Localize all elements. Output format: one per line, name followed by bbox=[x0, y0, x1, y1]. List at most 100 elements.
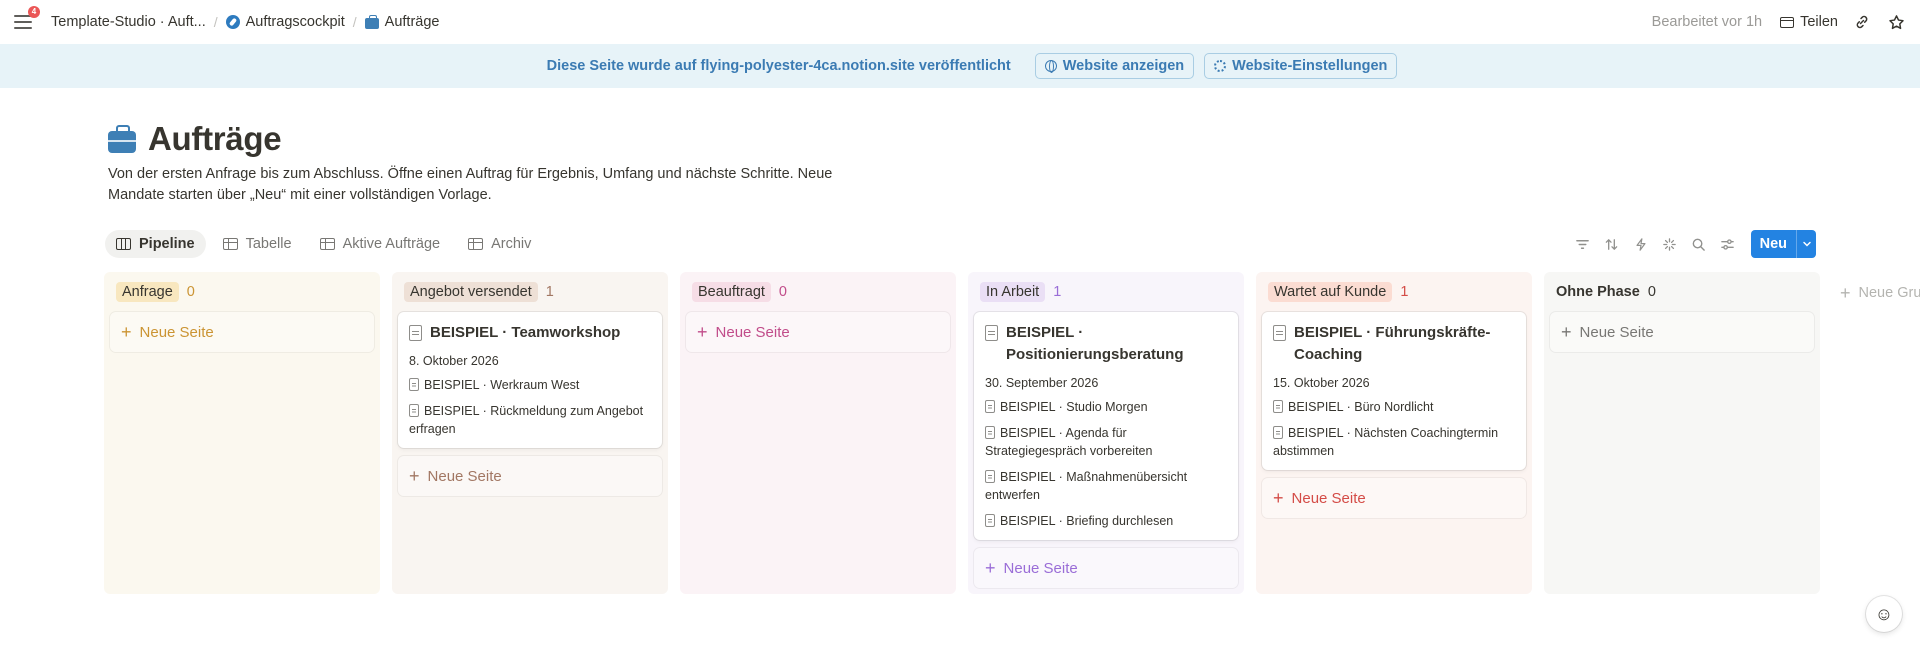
add-page-button[interactable]: + Neue Seite bbox=[974, 548, 1238, 588]
share-label: Teilen bbox=[1800, 14, 1838, 30]
tab-label: Aktive Aufträge bbox=[342, 236, 441, 252]
column-status-pill[interactable]: Beauftragt bbox=[692, 282, 771, 302]
column-header[interactable]: Beauftragt 0 bbox=[686, 272, 950, 312]
card-relation[interactable]: BEISPIEL · Rückmeldung zum Angebot erfra… bbox=[409, 402, 651, 438]
column-count: 0 bbox=[186, 284, 195, 300]
column-header[interactable]: In Arbeit 1 bbox=[974, 272, 1238, 312]
column-header[interactable]: Ohne Phase 0 bbox=[1550, 272, 1814, 312]
column-count: 1 bbox=[545, 284, 554, 300]
table-icon bbox=[222, 238, 238, 250]
column-status-pill[interactable]: In Arbeit bbox=[980, 282, 1046, 302]
relation-label: BEISPIEL · Agenda für Strategiegespräch … bbox=[985, 426, 1153, 458]
search-icon bbox=[1692, 238, 1705, 251]
add-page-label: Neue Seite bbox=[427, 467, 502, 485]
breadcrumb-item-workspace[interactable]: Template-Studio · Auft... bbox=[47, 12, 210, 32]
card-relation[interactable]: BEISPIEL · Studio Morgen bbox=[985, 398, 1227, 416]
new-entry-button[interactable]: Neu bbox=[1750, 230, 1816, 258]
copy-link-button[interactable] bbox=[1852, 12, 1872, 32]
add-page-button[interactable]: + Neue Seite bbox=[1262, 478, 1526, 518]
view-website-button[interactable]: Website anzeigen bbox=[1034, 53, 1195, 79]
card-relation[interactable]: BEISPIEL · Nächsten Coachingtermin absti… bbox=[1273, 424, 1515, 460]
last-edited-label: Bearbeitet vor 1h bbox=[1651, 14, 1763, 30]
tab-tabelle[interactable]: Tabelle bbox=[212, 230, 303, 258]
plus-icon: + bbox=[1561, 322, 1572, 342]
relation-label: BEISPIEL · Rückmeldung zum Angebot erfra… bbox=[409, 404, 644, 436]
add-page-button[interactable]: + Neue Seite bbox=[686, 312, 950, 352]
tab-label: Pipeline bbox=[139, 236, 195, 252]
card-relation[interactable]: BEISPIEL · Büro Nordlicht bbox=[1273, 398, 1515, 416]
card-title: BEISPIEL · Teamworkshop bbox=[430, 324, 621, 341]
page-title[interactable]: Aufträge bbox=[148, 120, 282, 158]
relation-label: BEISPIEL · Werkraum West bbox=[424, 378, 580, 392]
page-icon bbox=[1273, 325, 1286, 341]
topbar-actions: Bearbeitet vor 1h Teilen bbox=[1652, 0, 1906, 44]
breadcrumb-item-auftraege[interactable]: Aufträge bbox=[361, 12, 444, 32]
board-card[interactable]: BEISPIEL · Teamworkshop 8. Oktober 2026 BE… bbox=[398, 312, 662, 448]
menu-icon-line bbox=[14, 21, 32, 23]
column-status-pill[interactable]: Angebot versendet bbox=[404, 282, 538, 302]
column-status-pill[interactable]: Ohne Phase bbox=[1556, 282, 1640, 302]
page-description[interactable]: Von der ersten Anfrage bis zum Abschluss… bbox=[108, 164, 868, 206]
column-header[interactable]: Angebot versendet 1 bbox=[398, 272, 662, 312]
plus-icon: + bbox=[409, 466, 420, 486]
favorite-button[interactable] bbox=[1886, 12, 1906, 32]
add-group-button[interactable]: + Neue Gru bbox=[1840, 284, 1920, 302]
published-message: Diese Seite wurde auf flying-polyester-4… bbox=[546, 58, 1011, 74]
column-header[interactable]: Wartet auf Kunde 1 bbox=[1262, 272, 1526, 312]
star-icon bbox=[1888, 14, 1904, 29]
board-column: In Arbeit 1 BEISPIEL · Positionierungsbera… bbox=[968, 272, 1244, 594]
board-column: Ohne Phase 0 + Neue Seite bbox=[1544, 272, 1820, 594]
breadcrumb-separator: / bbox=[352, 14, 357, 30]
card-relation[interactable]: BEISPIEL · Briefing durchlesen bbox=[985, 512, 1227, 530]
sidebar-menu-button[interactable]: 4 bbox=[14, 6, 40, 32]
view-settings-button[interactable] bbox=[1718, 234, 1738, 254]
plus-icon: + bbox=[121, 322, 132, 342]
plus-icon: + bbox=[1840, 283, 1851, 303]
column-header[interactable]: Anfrage 0 bbox=[110, 272, 374, 312]
kanban-board: Anfrage 0 + Neue Seite Angebot versendet 1 BEI… bbox=[104, 272, 1820, 594]
board-card[interactable]: BEISPIEL · Positionierungsberatung 30. Se… bbox=[974, 312, 1238, 540]
page-icon bbox=[985, 514, 995, 527]
add-page-label: Neue Seite bbox=[1003, 559, 1078, 577]
add-page-button[interactable]: + Neue Seite bbox=[110, 312, 374, 352]
add-page-button[interactable]: + Neue Seite bbox=[1550, 312, 1814, 352]
website-settings-button[interactable]: Website-Einstellungen bbox=[1204, 53, 1398, 79]
search-button[interactable] bbox=[1689, 234, 1709, 254]
card-title: BEISPIEL · Führungskräfte-Coaching bbox=[1294, 324, 1491, 363]
new-entry-label[interactable]: Neu bbox=[1751, 230, 1796, 258]
tab-pipeline[interactable]: Pipeline bbox=[105, 230, 206, 258]
briefcase-icon[interactable] bbox=[108, 125, 136, 153]
share-button[interactable]: Teilen bbox=[1780, 14, 1838, 30]
ai-autofill-button[interactable] bbox=[1660, 234, 1680, 254]
page-icon bbox=[1273, 400, 1283, 413]
new-entry-dropdown[interactable] bbox=[1796, 230, 1816, 258]
breadcrumb-item-cockpit[interactable]: Auftragscockpit bbox=[222, 12, 349, 32]
board-column: Anfrage 0 + Neue Seite bbox=[104, 272, 380, 594]
tab-aktive-auftraege[interactable]: Aktive Aufträge bbox=[309, 230, 452, 258]
sort-button[interactable] bbox=[1602, 234, 1622, 254]
card-relation[interactable]: BEISPIEL · Maßnahmenübersicht entwerfen bbox=[985, 468, 1227, 504]
automation-button[interactable] bbox=[1631, 234, 1651, 254]
tab-archiv[interactable]: Archiv bbox=[457, 230, 542, 258]
breadcrumb-separator: / bbox=[213, 14, 218, 30]
filter-button[interactable] bbox=[1573, 234, 1593, 254]
plus-icon: + bbox=[697, 322, 708, 342]
plus-icon: + bbox=[1273, 488, 1284, 508]
page-icon bbox=[1273, 426, 1283, 439]
column-status-pill[interactable]: Wartet auf Kunde bbox=[1268, 282, 1393, 302]
card-relation[interactable]: BEISPIEL · Agenda für Strategiegespräch … bbox=[985, 424, 1227, 460]
add-page-button[interactable]: + Neue Seite bbox=[398, 456, 662, 496]
lightning-icon bbox=[1636, 237, 1646, 251]
sort-icon bbox=[1605, 238, 1618, 250]
help-button[interactable]: ☺ bbox=[1866, 596, 1902, 632]
card-relation[interactable]: BEISPIEL · Werkraum West bbox=[409, 376, 651, 394]
page-header: Aufträge Von der ersten Anfrage bis zum … bbox=[108, 120, 868, 206]
page-icon bbox=[409, 378, 419, 391]
card-title-row: BEISPIEL · Positionierungsberatung bbox=[985, 322, 1227, 366]
compass-icon bbox=[225, 15, 240, 29]
sparkle-icon bbox=[1663, 237, 1676, 251]
column-status-pill[interactable]: Anfrage bbox=[116, 282, 179, 302]
ai-face-icon: ☺ bbox=[1874, 603, 1894, 624]
breadcrumb-label: Aufträge bbox=[384, 14, 440, 30]
board-card[interactable]: BEISPIEL · Führungskräfte-Coaching 15. Ok… bbox=[1262, 312, 1526, 470]
